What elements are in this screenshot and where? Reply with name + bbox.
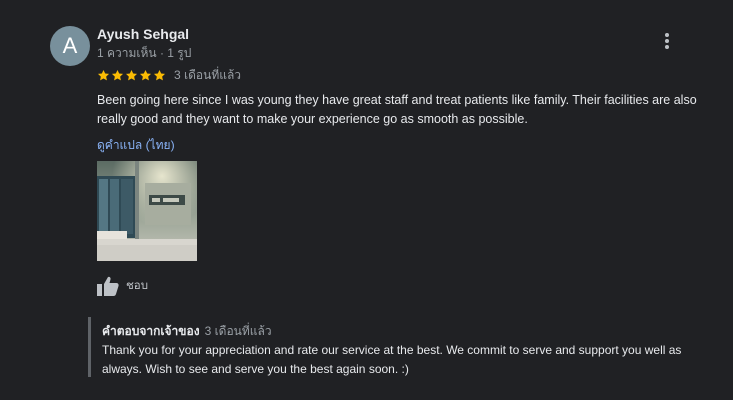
star-rating (97, 69, 166, 82)
review-date: 3 เดือนที่แล้ว (174, 67, 242, 82)
star-icon (139, 69, 152, 80)
review-photo[interactable] (97, 161, 197, 261)
review-text: Been going here since I was young they h… (97, 93, 697, 126)
star-icon (111, 69, 124, 80)
review-card: A Ayush Sehgal 1 ความเห็น · 1 รูป 3 เดือ… (0, 0, 733, 400)
rating-row: 3 เดือนที่แล้ว (97, 67, 241, 83)
more-options-button[interactable] (657, 30, 677, 52)
avatar-letter: A (62, 33, 78, 58)
owner-response-title: คำตอบจากเจ้าของ (102, 324, 200, 338)
reviewer-meta: 1 ความเห็น · 1 รูป (97, 46, 192, 60)
reviewer-name[interactable]: Ayush Sehgal (97, 26, 189, 42)
avatar[interactable]: A (50, 26, 90, 66)
more-vert-icon (665, 33, 669, 49)
owner-response-text: Thank you for your appreciation and rate… (102, 343, 682, 376)
owner-response-header: คำตอบจากเจ้าของ 3 เดือนที่แล้ว (102, 322, 272, 341)
owner-response-date: 3 เดือนที่แล้ว (204, 324, 272, 338)
translate-link[interactable]: ดูคำแปล (ไทย) (97, 136, 175, 155)
star-icon (97, 69, 110, 80)
like-button[interactable]: ชอบ (97, 276, 148, 296)
owner-response: คำตอบจากเจ้าของ 3 เดือนที่แล้ว Thank you… (88, 317, 701, 377)
star-icon (153, 69, 166, 80)
like-label: ชอบ (126, 280, 149, 292)
thumbs-up-icon (97, 276, 119, 296)
star-icon (125, 69, 138, 80)
office-photo (97, 161, 197, 261)
